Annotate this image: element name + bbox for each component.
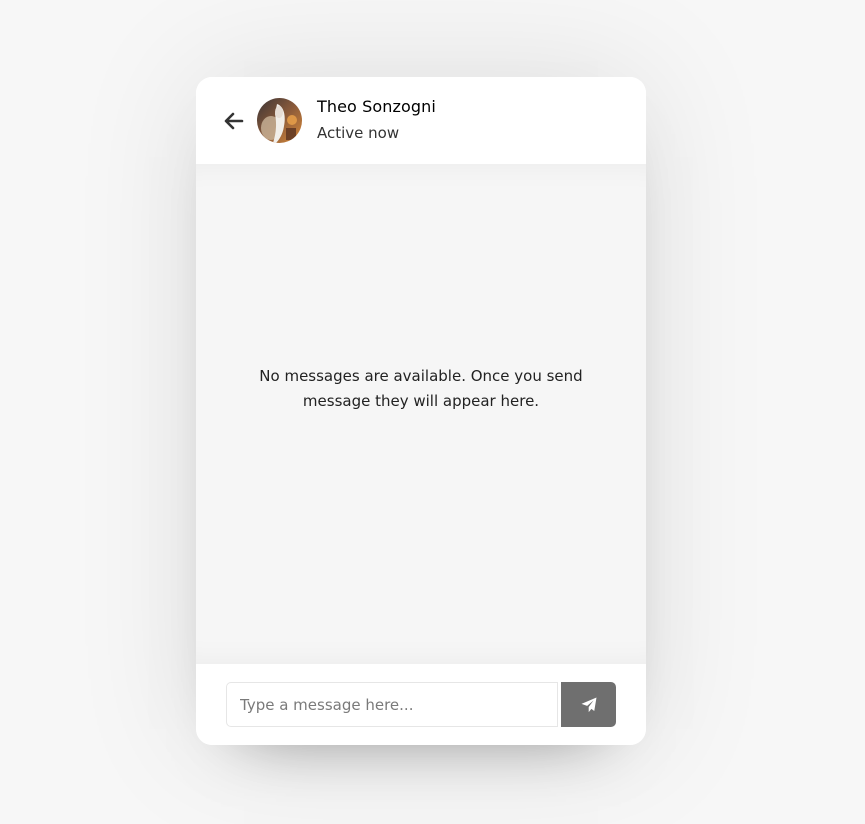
back-button[interactable] xyxy=(222,109,246,133)
chat-header: Theo Sonzogni Active now xyxy=(196,77,646,165)
empty-state-message: No messages are available. Once you send… xyxy=(196,364,646,414)
empty-state-line-1: No messages are available. Once you send xyxy=(259,367,583,385)
empty-state-line-2: message they will appear here. xyxy=(302,392,540,410)
message-input[interactable] xyxy=(226,682,558,727)
paper-plane-icon xyxy=(561,696,616,714)
user-status: Active now xyxy=(317,124,400,142)
send-button[interactable] xyxy=(561,682,616,727)
arrow-left-icon xyxy=(222,109,246,133)
chat-window: Theo Sonzogni Active now No messages are… xyxy=(196,77,646,745)
typing-area xyxy=(196,664,646,745)
avatar xyxy=(257,98,302,143)
chat-box: No messages are available. Once you send… xyxy=(196,164,646,664)
user-name: Theo Sonzogni xyxy=(317,97,436,116)
